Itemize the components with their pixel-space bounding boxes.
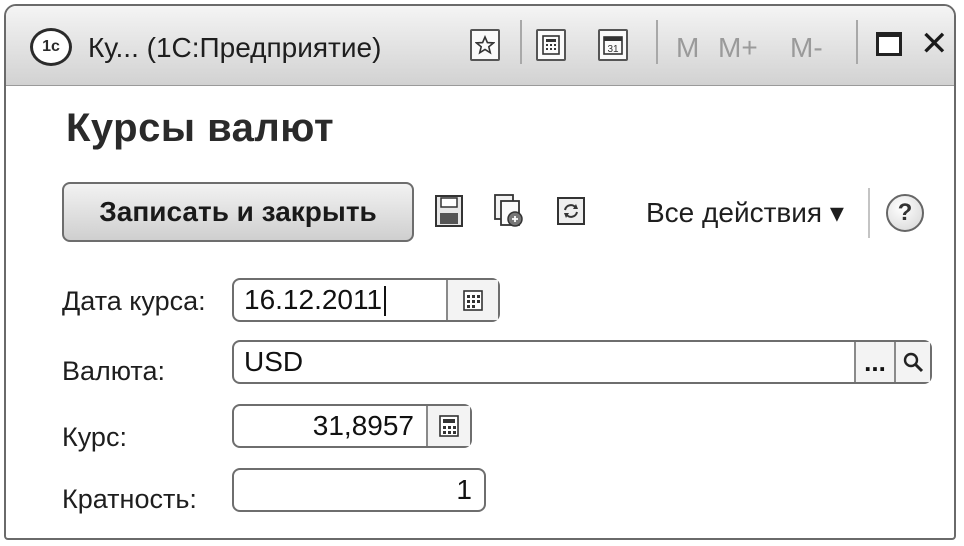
search-icon[interactable] <box>894 342 930 382</box>
svg-text:31: 31 <box>607 44 619 55</box>
star-icon[interactable] <box>470 29 500 61</box>
help-icon[interactable]: ? <box>886 194 924 232</box>
calculator-icon[interactable] <box>426 406 470 446</box>
close-icon[interactable]: ✕ <box>920 24 949 64</box>
currency-label: Валюта: <box>62 356 166 386</box>
copy-icon[interactable] <box>490 190 528 232</box>
memory-m-button[interactable]: M <box>676 32 699 64</box>
app-window: 1с Ку... (1С:Предприятие) 31 M M+ M- ✕ К… <box>4 4 956 540</box>
title-bar: 1с Ку... (1С:Предприятие) 31 M M+ M- ✕ <box>6 6 954 86</box>
page-title: Курсы валют <box>66 106 335 150</box>
rate-value[interactable]: 31,8957 <box>234 410 426 442</box>
multiplicity-value[interactable]: 1 <box>234 474 484 506</box>
calendar-icon[interactable]: 31 <box>598 29 628 61</box>
window-title: Ку... (1С:Предприятие) <box>88 32 382 63</box>
memory-minus-button[interactable]: M- <box>790 32 823 64</box>
save-and-close-button[interactable]: Записать и закрыть <box>62 182 414 242</box>
title-separator <box>656 20 658 64</box>
all-actions-menu[interactable]: Все действия ▾ <box>646 196 844 229</box>
1c-logo-icon[interactable]: 1с <box>30 28 72 66</box>
refresh-icon[interactable] <box>552 190 590 232</box>
memory-plus-button[interactable]: M+ <box>718 32 758 64</box>
date-value[interactable]: 16.12.2011 <box>234 284 446 317</box>
date-label: Дата курса: <box>62 286 206 316</box>
floppy-disk-icon[interactable] <box>430 190 468 232</box>
multiplicity-label: Кратность: <box>62 484 197 514</box>
maximize-icon[interactable] <box>876 32 902 56</box>
title-separator <box>856 20 858 64</box>
calculator-icon[interactable] <box>536 29 566 61</box>
calendar-icon[interactable] <box>446 280 498 320</box>
currency-field[interactable]: USD ... <box>232 340 932 384</box>
title-separator <box>520 20 522 64</box>
currency-value[interactable]: USD <box>234 346 854 378</box>
currency-select-button[interactable]: ... <box>854 342 894 382</box>
rate-field[interactable]: 31,8957 <box>232 404 472 448</box>
toolbar-separator <box>868 188 870 238</box>
date-field[interactable]: 16.12.2011 <box>232 278 500 322</box>
multiplicity-field[interactable]: 1 <box>232 468 486 512</box>
rate-label: Курс: <box>62 422 127 452</box>
